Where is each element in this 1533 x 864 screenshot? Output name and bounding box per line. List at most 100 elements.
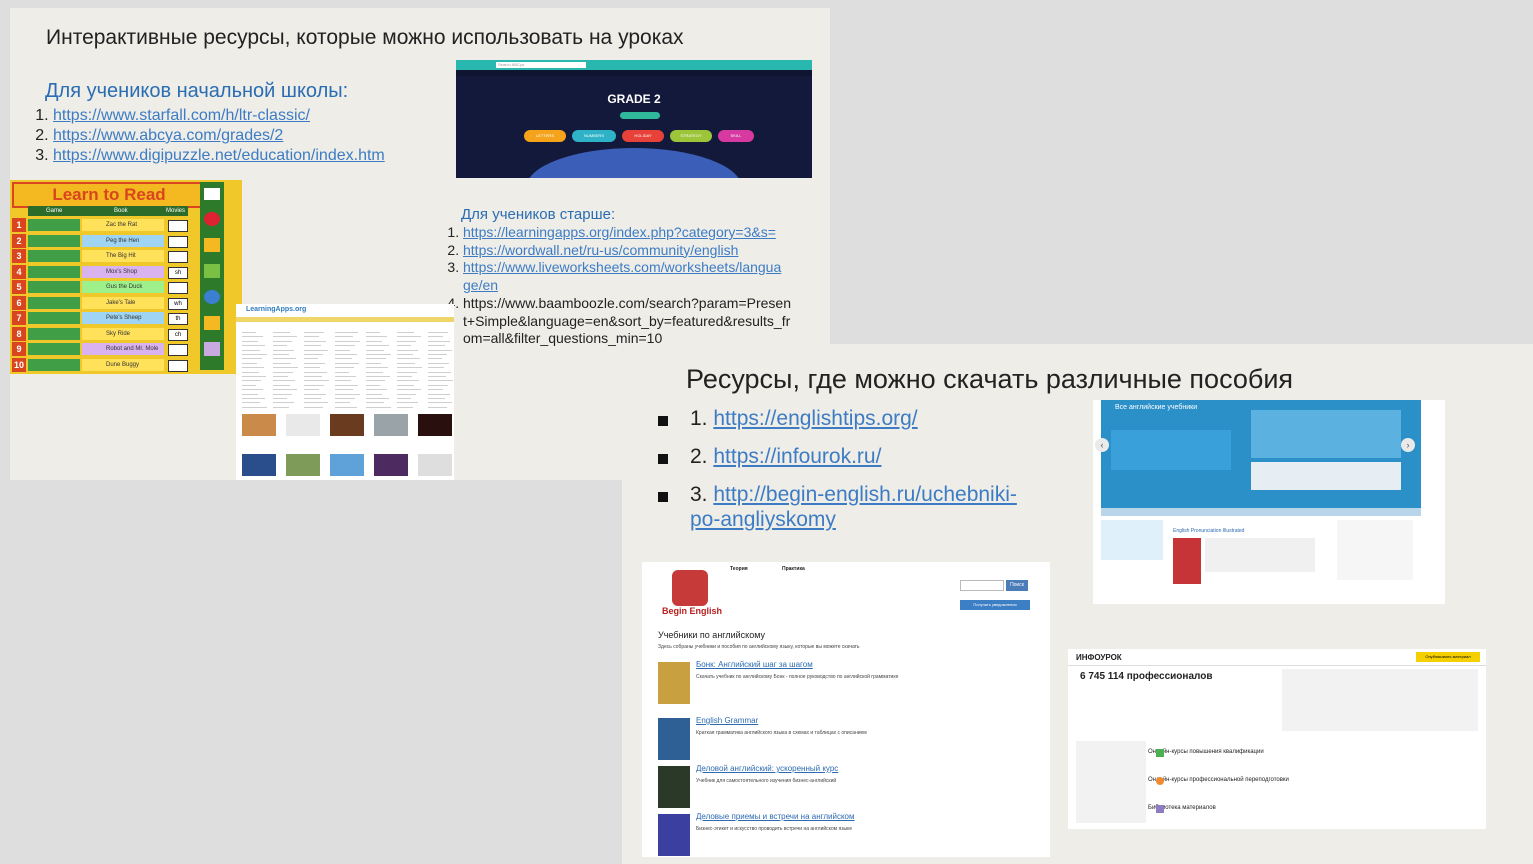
text-line: [366, 398, 389, 399]
search-placeholder: Search ABCya: [498, 62, 525, 67]
book-title: Jake's Tale: [82, 296, 164, 309]
side-menu: [200, 182, 224, 370]
text-line: [335, 345, 355, 347]
notify-button: Получать уведомления: [960, 600, 1030, 610]
row-number: 4: [12, 264, 26, 279]
book-description: Краткая грамматика английского языка в с…: [696, 730, 867, 736]
text-line: [428, 402, 452, 404]
infourok-header: ИНФОУРОК Опубликовать материал: [1068, 649, 1486, 666]
text-line: [242, 384, 256, 386]
link-learningapps[interactable]: https://learningapps.org/index.php?categ…: [463, 224, 776, 240]
text-line: [428, 345, 445, 347]
text-line: [366, 371, 383, 373]
text-line: [366, 358, 386, 360]
letters-button: LETTERS: [524, 130, 566, 142]
text-line: [397, 371, 417, 373]
column-header-bar: Game Book Movies: [28, 206, 188, 216]
link-wordwall[interactable]: https://wordwall.net/ru-us/community/eng…: [463, 242, 738, 258]
text-line: [397, 393, 416, 395]
strategy-button: STRATEGY: [670, 130, 712, 142]
slide-title: Ресурсы, где можно скачать различные пос…: [686, 364, 1294, 394]
text-line: [366, 376, 390, 377]
book-cover: [658, 718, 690, 760]
text-line: [428, 332, 448, 333]
learningapps-screenshot: LearningApps.org: [236, 304, 454, 480]
text-line: [273, 345, 287, 347]
text-line: [304, 362, 325, 364]
text-line: [335, 402, 350, 404]
text-line: [273, 376, 288, 377]
book-title: Деловой английский: ускоренный курс: [696, 764, 839, 773]
link-liveworksheets[interactable]: https://www.liveworksheets.com/worksheet…: [463, 259, 781, 293]
page-heading: Учебники по английскому: [658, 630, 766, 640]
link-begin-english[interactable]: http://begin-english.ru/uchebniki-po-ang…: [690, 483, 1017, 531]
text-line: [242, 349, 260, 351]
link-digipuzzle[interactable]: https://www.digipuzzle.net/education/ind…: [53, 147, 385, 164]
book-cover: [658, 814, 690, 856]
movie-button: ch: [168, 328, 188, 341]
text-line: [273, 362, 291, 364]
slide-download-resources: Ресурсы, где можно скачать различные пос…: [622, 344, 1533, 864]
figures-illustration: [1251, 462, 1401, 490]
text-line: [397, 389, 421, 391]
text-line: [366, 393, 382, 395]
bullet: [658, 492, 668, 502]
link-englishtips[interactable]: https://englishtips.org/: [713, 407, 917, 430]
text-line: [242, 340, 258, 342]
text-line: [304, 349, 328, 351]
text-line: [428, 406, 447, 408]
text-line: [304, 354, 323, 355]
text-line: [242, 345, 265, 347]
row-number: 8: [12, 326, 26, 341]
link-line: http://begin-english.ru/uchebniki-: [713, 483, 1017, 506]
text-line: [428, 336, 443, 338]
englishtips-screenshot: Все английские учебники ‹ › English Pron…: [1093, 400, 1445, 604]
link-abcya[interactable]: https://www.abcya.com/grades/2: [53, 127, 283, 144]
text-line: [397, 406, 413, 408]
link-line: ge/en: [463, 276, 499, 293]
movie-button: [168, 282, 188, 294]
primary-school-heading: Для учеников начальной школы:: [45, 80, 349, 102]
planet-illustration: [526, 148, 742, 178]
learn-to-read-row: 1 Zac the Rat: [12, 218, 188, 232]
older-link-item: https://www.liveworksheets.com/worksheet…: [463, 259, 853, 294]
text-line: [366, 384, 380, 386]
link-starfall[interactable]: https://www.starfall.com/h/ltr-classic/: [53, 107, 310, 124]
learn-to-read-title: Learn to Read: [12, 182, 206, 208]
app-thumbnail: [330, 414, 364, 436]
text-line: [366, 349, 384, 351]
text-line: [428, 398, 445, 399]
text-line: [242, 402, 260, 404]
book-description: Бизнес-этикет и искусство проводить встр…: [696, 826, 853, 832]
text-line: [304, 340, 326, 342]
link-infourok[interactable]: https://infourok.ru/: [713, 445, 881, 468]
skill-button: SKILL: [718, 130, 754, 142]
text-line: [242, 354, 267, 355]
col-movies: Movies: [166, 208, 186, 214]
resource-item: 3. http://begin-english.ru/uchebniki-po-…: [690, 482, 1017, 532]
text-line: [335, 384, 358, 386]
col-game: Game: [46, 208, 63, 214]
row-number: 2: [12, 233, 26, 248]
movie-button: [168, 235, 188, 248]
game-icons: [28, 219, 80, 231]
text-line: [428, 340, 450, 342]
game-icons: [28, 343, 80, 355]
book-title: Peg the Hen: [82, 234, 164, 247]
banner-text: [1111, 430, 1231, 470]
text-line: [335, 371, 349, 373]
learn-to-read-screenshot: Learn to Read Game Book Movies 1 Zac the …: [10, 180, 242, 374]
begin-english-screenshot: Begin English Теория Практика Поиск Полу…: [642, 562, 1050, 857]
text-line: [304, 336, 319, 338]
app-thumbnail: [418, 454, 452, 476]
house-icon: [204, 264, 220, 278]
publish-button: Опубликовать материал: [1416, 652, 1480, 662]
search-panel: [1282, 669, 1478, 731]
primary-link-item: https://www.digipuzzle.net/education/ind…: [53, 146, 385, 166]
book-cover: [658, 766, 690, 808]
book-title: Gus the Duck: [82, 281, 164, 293]
chevron-left-icon: ‹: [1095, 438, 1109, 452]
text-line: [273, 349, 294, 351]
calendar-icon: [204, 188, 220, 200]
book-title: Robot and Mr. Mole: [82, 343, 164, 355]
